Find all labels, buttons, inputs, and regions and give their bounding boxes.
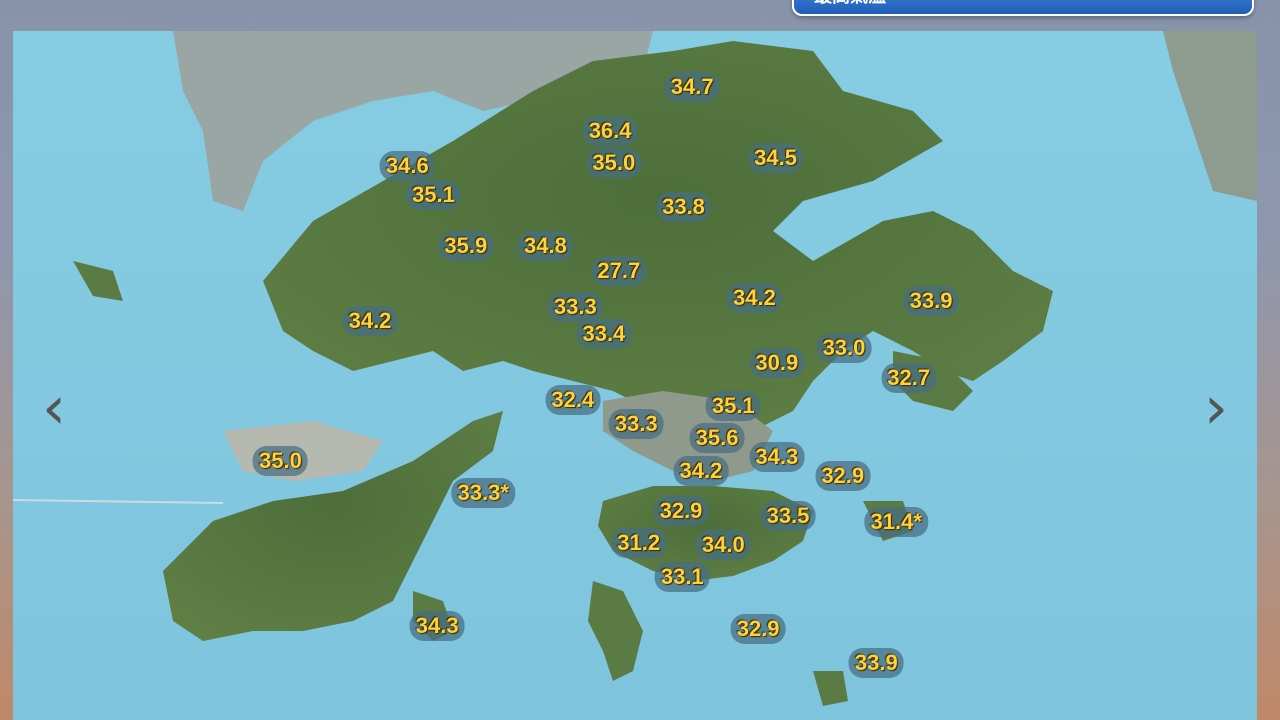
temperature-reading: 34.3	[409, 611, 465, 642]
chevron-down-icon[interactable]: ▾	[1230, 0, 1238, 4]
temperature-reading: 34.5	[748, 143, 803, 174]
header-bar: 最高氣溫 ▾	[0, 0, 1280, 28]
temperature-reading: 34.8	[518, 230, 573, 261]
temperature-reading: 35.0	[586, 147, 642, 178]
temperature-reading: 31.4*	[864, 506, 928, 537]
temperature-reading: 34.2	[727, 283, 782, 314]
temperature-reading: 32.9	[653, 496, 709, 527]
temperature-map: 34.7 36.4 34.6 35.0 34.5 35.1 33.8 35.9 34.8 27.7…	[13, 31, 1257, 720]
temperature-reading: 32.7	[881, 363, 937, 394]
temperature-reading: 33.3	[547, 292, 603, 323]
temperature-reading: 34.0	[695, 529, 751, 560]
temperature-reading: 33.3*	[451, 478, 515, 509]
temperature-reading: 31.2	[611, 527, 667, 558]
temperature-reading: 36.4	[582, 115, 638, 146]
temperature-reading: 33.9	[903, 286, 959, 317]
temperature-reading: 33.0	[816, 332, 872, 363]
temperature-reading: 30.9	[749, 348, 805, 379]
dropdown-selected-value: 最高氣溫	[814, 0, 886, 8]
temperature-reading: 32.4	[545, 385, 601, 416]
temperature-reading: 33.4	[576, 319, 632, 350]
temperature-reading: 33.3	[608, 408, 664, 439]
temperature-reading: 33.9	[848, 647, 904, 678]
temperature-reading: 35.1	[705, 390, 761, 421]
temperature-reading: 35.6	[689, 422, 745, 453]
temperature-reading: 33.1	[654, 561, 710, 592]
temperature-reading: 33.8	[656, 192, 711, 223]
temperature-reading: 34.2	[673, 455, 729, 486]
temperature-reading: 32.9	[730, 614, 786, 645]
temperature-reading: 27.7	[591, 256, 647, 287]
temperature-reading: 34.6	[379, 151, 435, 182]
temperature-reading: 35.9	[438, 230, 494, 261]
temperature-reading: 34.2	[342, 306, 398, 337]
temperature-reading: 32.9	[815, 461, 871, 492]
temperature-reading: 34.7	[664, 71, 720, 102]
temperature-reading: 35.1	[406, 179, 461, 210]
element-select-dropdown[interactable]: 最高氣溫 ▾	[792, 0, 1254, 16]
chevron-right-icon[interactable]: ›	[1198, 378, 1234, 438]
temperature-reading: 34.3	[749, 442, 805, 473]
chevron-left-icon[interactable]: ‹	[36, 378, 72, 438]
temperature-reading: 35.0	[253, 445, 308, 476]
temperature-reading: 33.5	[760, 501, 816, 532]
